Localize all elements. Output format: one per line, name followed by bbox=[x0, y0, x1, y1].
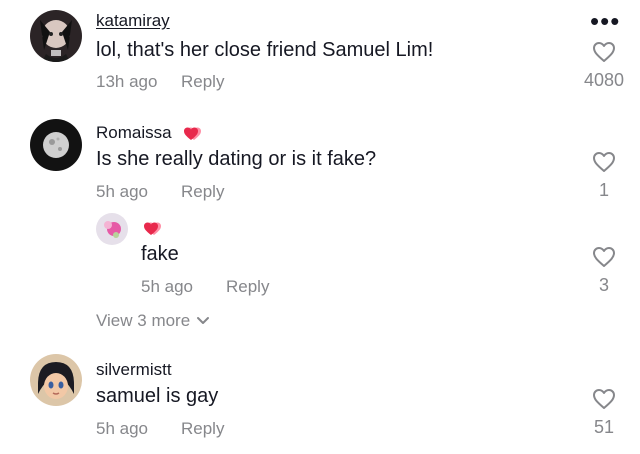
like-count: 4080 bbox=[583, 70, 625, 90]
heart-outline-icon[interactable] bbox=[592, 151, 616, 173]
like-count: 51 bbox=[593, 417, 615, 437]
avatar-reply[interactable] bbox=[96, 213, 128, 245]
heart-outline-icon[interactable] bbox=[592, 41, 616, 63]
reply-button[interactable]: Reply bbox=[181, 72, 224, 92]
heart-outline-icon[interactable] bbox=[592, 388, 616, 410]
double-heart-icon bbox=[184, 127, 201, 140]
avatar-romaissa[interactable] bbox=[30, 119, 82, 171]
chevron-down-icon bbox=[197, 317, 210, 324]
double-heart-icon bbox=[144, 222, 161, 235]
like-count: 3 bbox=[598, 275, 609, 295]
reply-button[interactable]: Reply bbox=[181, 419, 224, 439]
avatar-katamiray[interactable] bbox=[30, 10, 82, 62]
avatar-silvermistt[interactable] bbox=[30, 354, 82, 406]
reply-text: fake bbox=[141, 243, 179, 265]
comment-text: lol, that's her close friend Samuel Lim! bbox=[96, 39, 434, 61]
reply-button[interactable]: Reply bbox=[181, 182, 224, 202]
comment-username[interactable]: silvermistt bbox=[96, 360, 172, 380]
comment-time: 5h ago bbox=[96, 419, 148, 438]
comment-username[interactable]: katamiray bbox=[96, 11, 170, 31]
view-more-replies[interactable]: View 3 more bbox=[96, 311, 210, 331]
reply-button[interactable]: Reply bbox=[226, 277, 269, 297]
more-dots-icon[interactable]: ••• bbox=[590, 8, 620, 34]
comment-username[interactable]: Romaissa bbox=[96, 123, 172, 143]
like-count: 1 bbox=[598, 180, 609, 200]
comment-text: samuel is gay bbox=[96, 385, 219, 407]
comment-text: Is she really dating or is it fake? bbox=[96, 148, 377, 170]
comment-time: 5h ago bbox=[96, 182, 148, 201]
reply-time: 5h ago bbox=[141, 277, 193, 296]
heart-outline-icon[interactable] bbox=[592, 246, 616, 268]
comment-time: 13h ago bbox=[96, 72, 158, 91]
view-more-label: View 3 more bbox=[96, 311, 191, 330]
